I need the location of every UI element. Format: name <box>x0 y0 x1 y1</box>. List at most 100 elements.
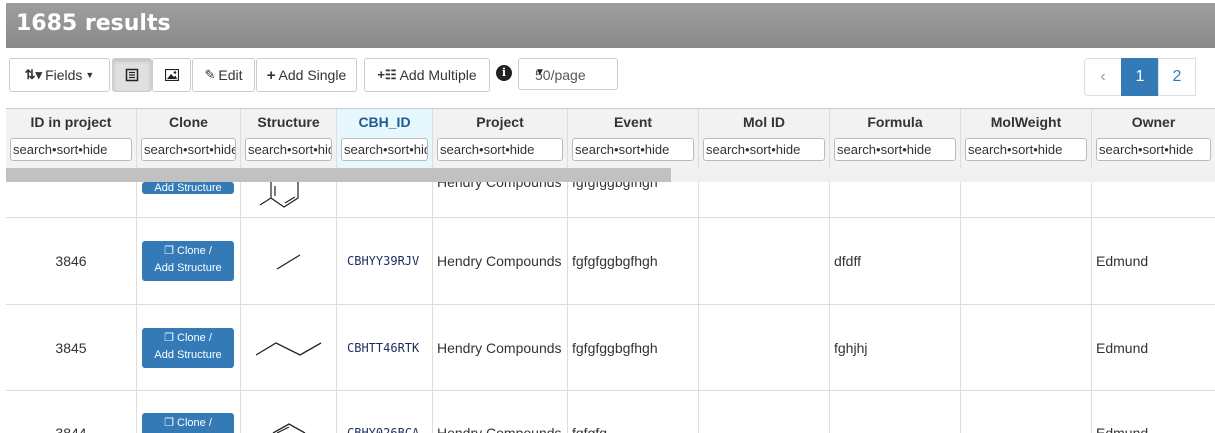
table-row[interactable]: 3846 ❐ Clone / Add Structure CBHYY39RJV … <box>6 218 1215 305</box>
clone-button-label: Clone / <box>177 245 212 257</box>
cell-cbh-id: CBHTT46RTK <box>337 305 433 390</box>
clone-button-sublabel: Add Structure <box>154 262 222 274</box>
clone-add-structure-button[interactable]: ❐ Clone / Add Structure <box>142 413 234 433</box>
cell-id: 3845 <box>6 305 137 390</box>
plus-list-icon: +☷ <box>377 67 397 82</box>
column-header: Project search•sort•hide <box>433 109 567 169</box>
image-view-button[interactable] <box>152 58 191 92</box>
clone-button-label: Clone / <box>177 417 212 429</box>
structure-image <box>272 423 306 433</box>
copy-icon: ❐ <box>164 245 174 257</box>
cell-clone: ❐ Clone / Add Structure <box>137 391 241 433</box>
column-search-input[interactable]: search•sort•hide <box>834 138 956 161</box>
horizontal-scrollbar[interactable] <box>6 168 1215 182</box>
cell-structure <box>241 391 337 433</box>
column-search-input[interactable]: search•sort•hide <box>965 138 1087 161</box>
sort-filter-icon: ⇅▾ <box>24 67 43 82</box>
scrollbar-thumb[interactable] <box>6 168 671 182</box>
edit-label: Edit <box>218 67 243 83</box>
column-search-input[interactable]: search•sort•hide <box>141 138 236 161</box>
cell-formula: fghjhj <box>830 305 961 390</box>
cell-clone: ❐ Clone / Add Structure <box>137 305 241 390</box>
cell-mol-id <box>699 305 830 390</box>
cell-mol-id <box>699 218 830 304</box>
cell-cbh-id: CBHYY39RJV <box>337 218 433 304</box>
per-page-select[interactable]: 50/page ▼ <box>518 58 618 90</box>
column-header-label[interactable]: Mol ID <box>699 114 829 130</box>
owner-text: Edmund <box>1096 339 1149 356</box>
column-header-label[interactable]: Structure <box>241 114 336 130</box>
cell-molweight <box>961 218 1092 304</box>
column-header: Formula search•sort•hide <box>830 109 960 169</box>
project-text: Hendry Compounds <box>437 425 562 433</box>
cell-event: fgfgfggbgfhgh <box>568 305 699 390</box>
table-row[interactable]: 3845 ❐ Clone / Add Structure CBHTT46RTK … <box>6 305 1215 391</box>
cell-mol-id <box>699 391 830 433</box>
column-header: Clone search•sort•hide <box>137 109 240 169</box>
add-single-button[interactable]: + Add Single <box>256 58 357 92</box>
copy-icon: ❐ <box>164 417 174 429</box>
cell-structure <box>241 305 337 390</box>
column-header-label[interactable]: Event <box>568 114 698 130</box>
column-header: Owner search•sort•hide <box>1092 109 1215 169</box>
cell-project: Hendry Compounds <box>433 218 568 304</box>
cbh-id-text[interactable]: CBHY026BCA <box>347 426 419 433</box>
structure-image <box>255 342 322 356</box>
cell-formula: dfdff <box>830 218 961 304</box>
edit-button[interactable]: ✎ Edit <box>192 58 255 92</box>
formula-text: fghjhj <box>834 339 868 356</box>
cell-owner: Edmund <box>1092 305 1215 390</box>
structure-image <box>276 254 301 270</box>
caret-down-icon: ▼ <box>85 70 95 80</box>
column-header: MolWeight search•sort•hide <box>961 109 1091 169</box>
column-search-input[interactable]: search•sort•hide <box>245 138 332 161</box>
cell-formula <box>830 391 961 433</box>
project-text: Hendry Compounds <box>437 253 562 269</box>
cell-owner: Edmund <box>1092 218 1215 304</box>
column-header: Structure search•sort•hide <box>241 109 336 169</box>
column-search-input[interactable]: search•sort•hide <box>437 138 563 161</box>
column-header-label[interactable]: Clone <box>137 114 240 130</box>
column-header-label[interactable]: ID in project <box>6 114 136 130</box>
add-single-label: Add Single <box>278 67 347 83</box>
column-search-input[interactable]: search•sort•hide <box>1096 138 1211 161</box>
column-header-label[interactable]: MolWeight <box>961 114 1091 130</box>
cbh-id-text[interactable]: CBHYY39RJV <box>347 254 419 268</box>
column-header-label[interactable]: Formula <box>830 114 960 130</box>
results-header: 1685 results <box>6 3 1215 48</box>
clone-add-structure-button[interactable]: Add Structure <box>142 182 234 194</box>
id-text: 3844 <box>55 425 87 433</box>
column-search-input[interactable]: search•sort•hide <box>10 138 132 161</box>
pencil-icon: ✎ <box>204 67 216 82</box>
column-header-label[interactable]: Owner <box>1092 114 1215 130</box>
cell-molweight <box>961 391 1092 433</box>
prev-page-button[interactable]: ‹ <box>1084 58 1122 96</box>
column-header-label[interactable]: CBH_ID <box>337 114 432 130</box>
column-search-input[interactable]: search•sort•hide <box>703 138 825 161</box>
table-row[interactable]: 3844 ❐ Clone / Add Structure CBHY026BCA … <box>6 391 1215 433</box>
add-multiple-button[interactable]: +☷ Add Multiple <box>364 58 490 92</box>
pagination: ‹ 1 2 <box>1084 58 1196 96</box>
column-search-input[interactable]: search•sort•hide <box>572 138 694 161</box>
toolbar: ⇅▾ Fields ▼ ✎ Edit + Add Single +☷ Add M… <box>0 58 1215 94</box>
cell-project: Hendry Compounds <box>433 305 568 390</box>
column-header: CBH_ID search•sort•hide <box>337 109 432 169</box>
cell-molweight <box>961 305 1092 390</box>
cell-structure <box>241 218 337 304</box>
cbh-id-text[interactable]: CBHTT46RTK <box>347 341 419 355</box>
fields-button[interactable]: ⇅▾ Fields ▼ <box>9 58 110 92</box>
page-1-button[interactable]: 1 <box>1121 58 1159 96</box>
column-header-label[interactable]: Project <box>433 114 567 130</box>
clone-add-structure-button[interactable]: ❐ Clone / Add Structure <box>142 327 234 368</box>
column-search-input[interactable]: search•sort•hide <box>341 138 428 161</box>
list-view-button[interactable] <box>112 58 152 92</box>
copy-icon: ❐ <box>164 331 174 344</box>
clone-button-sublabel: Add Structure <box>154 348 222 361</box>
page-2-button[interactable]: 2 <box>1158 58 1196 96</box>
clone-add-structure-button[interactable]: ❐ Clone / Add Structure <box>142 241 234 281</box>
cell-cbh-id: CBHY026BCA <box>337 391 433 433</box>
formula-text: dfdff <box>834 253 861 269</box>
cell-event: fgfgfg <box>568 391 699 433</box>
info-icon[interactable]: i <box>496 65 512 81</box>
cell-id: 3846 <box>6 218 137 304</box>
